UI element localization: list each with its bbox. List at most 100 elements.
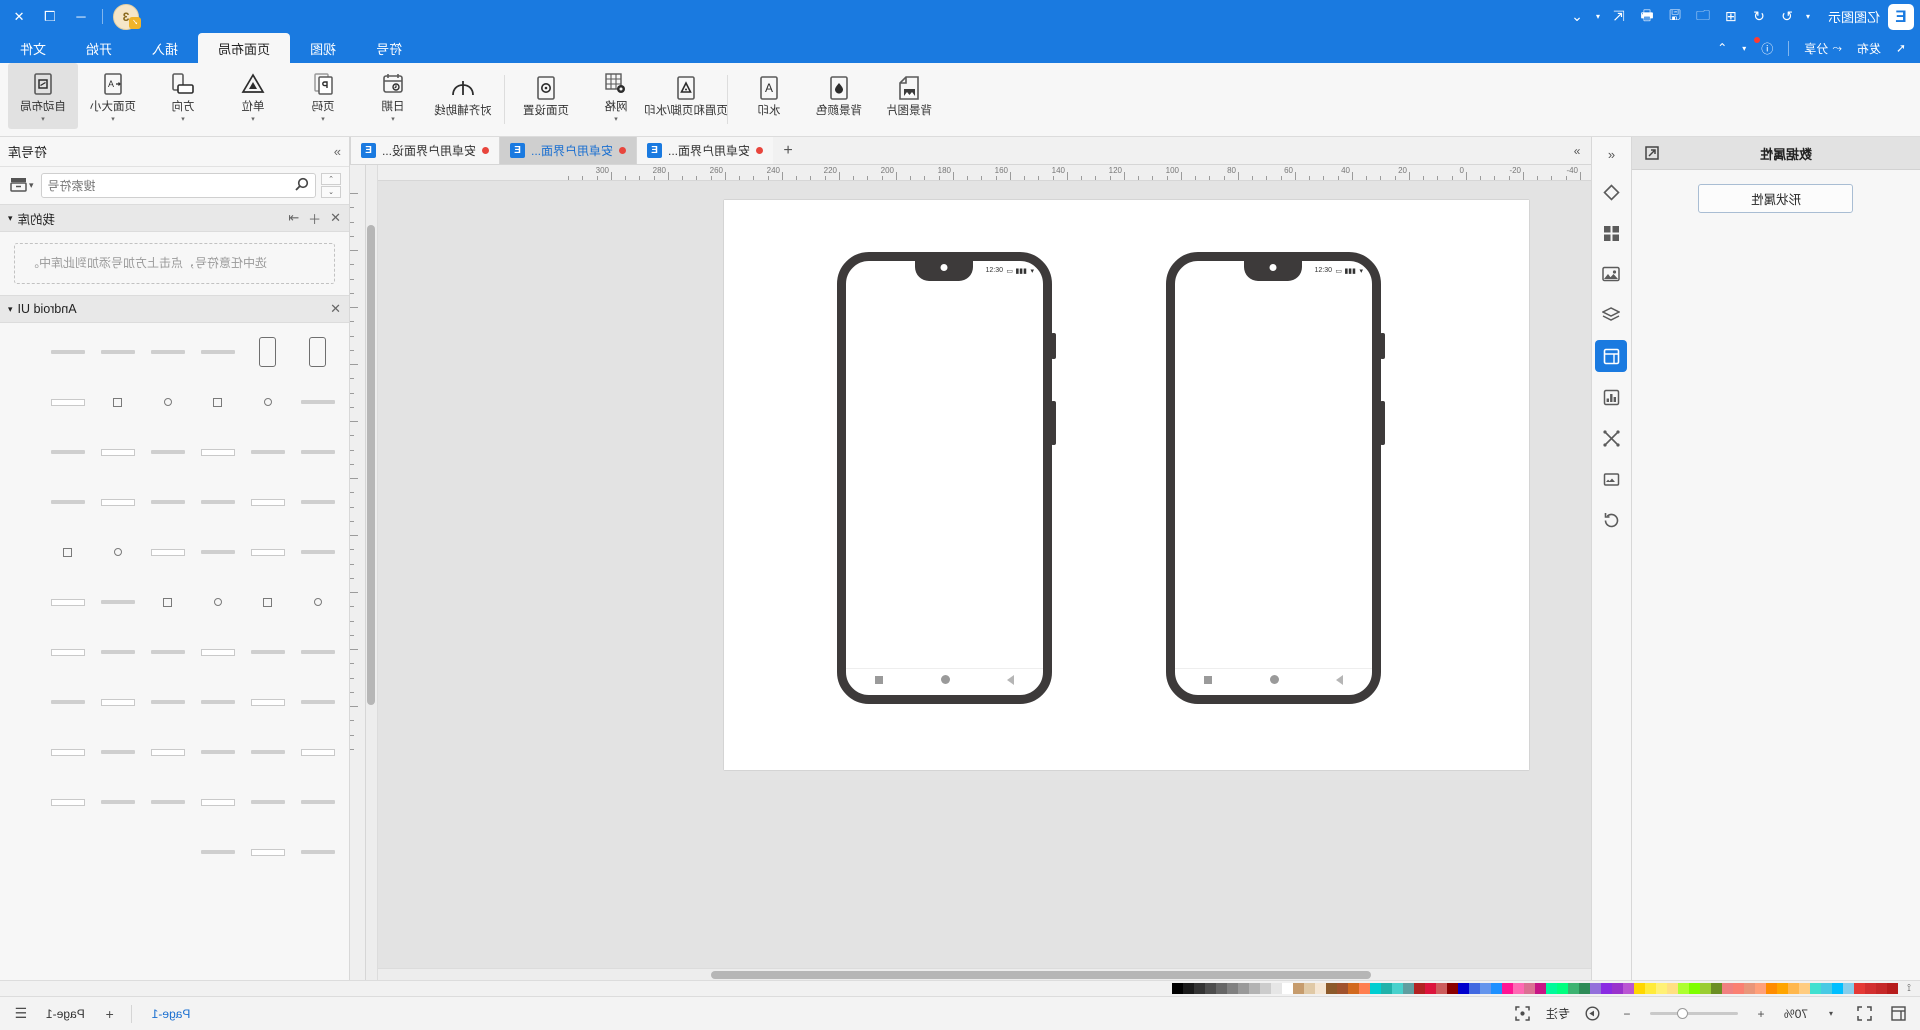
symbol-shape-item[interactable] (293, 327, 343, 377)
color-swatch[interactable] (1755, 983, 1766, 994)
color-swatch[interactable] (1425, 983, 1436, 994)
refresh-icon[interactable] (1596, 504, 1628, 536)
symbol-shape-item[interactable] (43, 477, 93, 527)
symbol-shape-item[interactable] (243, 777, 293, 827)
focus-mode-label[interactable]: 专注 (1546, 1005, 1570, 1022)
color-swatch[interactable] (1799, 983, 1810, 994)
color-swatch[interactable] (1678, 983, 1689, 994)
color-swatch[interactable] (1744, 983, 1755, 994)
color-swatch[interactable] (1887, 983, 1898, 994)
symbol-shape-item[interactable] (43, 377, 93, 427)
symbol-shape-item[interactable] (193, 327, 243, 377)
ribbon-page-size[interactable]: A 页面大小 ▾ (78, 63, 148, 129)
color-swatch[interactable] (1502, 983, 1513, 994)
symbol-shape-item[interactable] (243, 627, 293, 677)
ribbon-bg-image[interactable]: 背景图片 (874, 63, 944, 129)
color-swatch[interactable] (1513, 983, 1524, 994)
current-page-label[interactable]: Page-1 (36, 1007, 95, 1021)
color-swatch[interactable] (1722, 983, 1733, 994)
tab-insert[interactable]: 插入 (132, 33, 198, 63)
close-icon[interactable]: ✕ (330, 301, 341, 317)
symbol-shape-item[interactable] (93, 327, 143, 377)
tab-overflow-button[interactable]: » (1563, 137, 1591, 164)
ribbon-date[interactable]: 日期 ▾ (358, 63, 428, 129)
color-swatch[interactable] (1392, 983, 1403, 994)
symbol-shape-item[interactable] (43, 727, 93, 777)
color-swatch[interactable] (1623, 983, 1634, 994)
ribbon-page-number-caret[interactable]: ▾ (321, 116, 325, 123)
new-document-tab-button[interactable]: + (773, 137, 803, 164)
symbol-shape-item[interactable] (93, 477, 143, 527)
color-swatch[interactable] (1524, 983, 1535, 994)
section-header-android-ui[interactable]: ✕ Android UI ▾ (0, 295, 349, 323)
symbol-shape-item[interactable] (93, 777, 143, 827)
zoom-slider-knob[interactable] (1676, 1008, 1688, 1019)
symbol-shape-item[interactable] (43, 427, 93, 477)
add-page-button[interactable]: + (99, 1003, 121, 1025)
spin-up-button[interactable]: ⌃ (321, 173, 341, 185)
color-swatch[interactable] (1634, 983, 1645, 994)
ribbon-auto-layout-caret[interactable]: ▾ (41, 116, 45, 123)
symbol-shape-item[interactable] (293, 577, 343, 627)
color-swatch[interactable] (1590, 983, 1601, 994)
ribbon-page-setup[interactable]: 页面设置 (511, 63, 581, 129)
ribbon-header-footer[interactable]: 页眉和页脚/水印 (644, 63, 728, 129)
symbol-shape-item[interactable] (293, 527, 343, 577)
publish-button[interactable]: 发布 (1851, 38, 1887, 59)
symbol-shape-item[interactable] (93, 577, 143, 627)
import-icon[interactable]: ⇥ (288, 210, 299, 226)
color-swatch[interactable] (1777, 983, 1788, 994)
ribbon-auto-layout[interactable]: 自动布局 ▾ (8, 63, 78, 129)
symbol-shape-item[interactable] (93, 627, 143, 677)
symbol-shape-item[interactable] (143, 527, 193, 577)
chevron-down-icon[interactable]: ▾ (1736, 42, 1752, 55)
redo-icon[interactable]: ↻ (1774, 4, 1800, 30)
symbol-shape-item[interactable] (43, 527, 93, 577)
color-swatch[interactable] (1480, 983, 1491, 994)
symbol-shape-item[interactable] (193, 777, 243, 827)
section-header-my-library[interactable]: ✕ ＋ ⇥ 我的库 ▾ (0, 204, 349, 232)
ribbon-unit[interactable]: 单位 ▾ (218, 63, 288, 129)
collapse-ribbon-icon[interactable]: ⌃ (1711, 39, 1733, 57)
color-swatch[interactable] (1205, 983, 1216, 994)
symbol-shape-item[interactable] (243, 327, 293, 377)
help-icon[interactable]: ⓘ (1755, 38, 1779, 59)
share-button[interactable]: ⤳ 分享 (1798, 38, 1848, 59)
chevron-down-icon[interactable]: ▾ (8, 304, 13, 315)
grid-layout-icon[interactable] (1596, 217, 1628, 249)
ribbon-orientation-caret[interactable]: ▾ (181, 116, 185, 123)
document-tab-0[interactable]: 安卓用户界面... E (636, 137, 774, 164)
zoom-slider-track[interactable] (1649, 1008, 1738, 1019)
dock-panel-icon[interactable] (1642, 143, 1662, 163)
export-caret-icon[interactable]: ▾ (1592, 12, 1604, 21)
zoom-in-button[interactable]: + (1750, 1003, 1772, 1025)
color-swatch[interactable] (1227, 983, 1238, 994)
symbol-shape-item[interactable] (143, 777, 193, 827)
connector-icon[interactable] (1596, 422, 1628, 454)
color-swatch[interactable] (1579, 983, 1590, 994)
layers-icon[interactable] (1596, 299, 1628, 331)
symbol-shape-item[interactable] (143, 627, 193, 677)
chevrons-right-icon[interactable]: » (334, 144, 341, 159)
horizontal-scroll-thumb[interactable] (711, 971, 1371, 979)
color-swatch[interactable] (1854, 983, 1865, 994)
color-swatch[interactable] (1370, 983, 1381, 994)
color-swatch[interactable] (1711, 983, 1722, 994)
color-swatch[interactable] (1216, 983, 1227, 994)
color-swatch[interactable] (1535, 983, 1546, 994)
ribbon-bg-color[interactable]: 背景颜色 (804, 63, 874, 129)
ribbon-orientation[interactable]: 方向 ▾ (148, 63, 218, 129)
symbol-shape-item[interactable] (93, 427, 143, 477)
color-swatch[interactable] (1821, 983, 1832, 994)
symbol-search-box[interactable] (40, 173, 316, 198)
image-icon[interactable] (1596, 258, 1628, 290)
zoom-slider[interactable] (1649, 1008, 1738, 1019)
color-swatch[interactable] (1326, 983, 1337, 994)
eyedropper-icon[interactable]: ⟟ (1898, 983, 1920, 994)
color-swatch[interactable] (1601, 983, 1612, 994)
color-swatch[interactable] (1557, 983, 1568, 994)
fit-page-icon[interactable] (1888, 1003, 1910, 1025)
maximize-button[interactable]: ❐ (35, 0, 65, 33)
color-palette-strip[interactable]: ⟟ (0, 980, 1920, 996)
color-swatch[interactable] (1359, 983, 1370, 994)
